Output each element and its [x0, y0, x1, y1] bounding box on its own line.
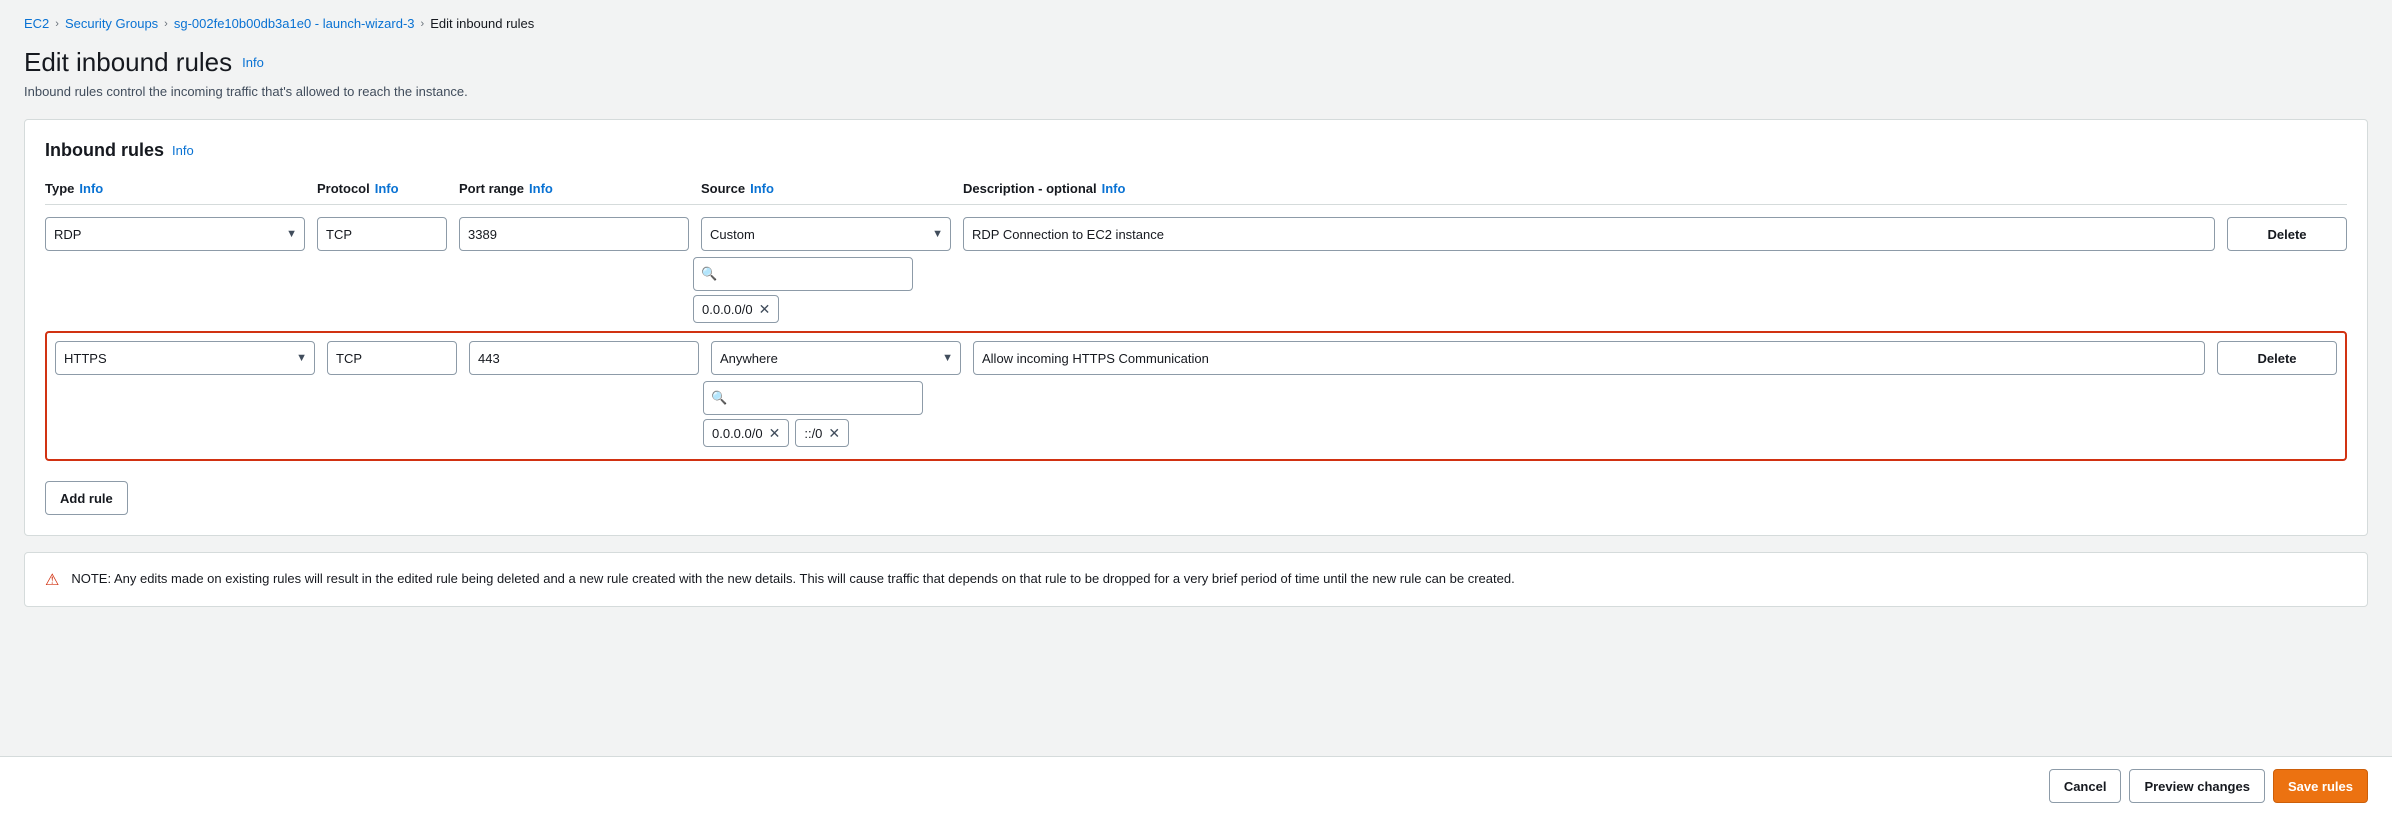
breadcrumb-current: Edit inbound rules: [430, 16, 534, 31]
note-box: ⚠ NOTE: Any edits made on existing rules…: [24, 552, 2368, 607]
breadcrumb-ec2[interactable]: EC2: [24, 16, 49, 31]
breadcrumb-sep-3: ›: [421, 18, 425, 30]
page-subtitle: Inbound rules control the incoming traff…: [24, 84, 2368, 99]
rule1-protocol-input: [317, 217, 447, 251]
rule1-source-search[interactable]: [693, 257, 913, 291]
rule2-protocol-input: [327, 341, 457, 375]
rule2-port-input: [469, 341, 699, 375]
card-title: Inbound rules: [45, 140, 164, 161]
rule1-source-tags: 🔍: [45, 257, 2347, 291]
rule-row-2-main: RDP HTTPS HTTP SSH All TCP Custom TCP ▼ …: [55, 341, 2337, 375]
port-info-link[interactable]: Info: [529, 181, 553, 196]
rule1-type-wrapper: RDP HTTPS HTTP SSH All TCP Custom TCP ▼: [45, 217, 305, 251]
page-title: Edit inbound rules: [24, 47, 232, 78]
rule2-description-input[interactable]: [973, 341, 2205, 375]
rule-row-2: RDP HTTPS HTTP SSH All TCP Custom TCP ▼ …: [45, 331, 2347, 461]
breadcrumb-sep-1: ›: [55, 18, 59, 30]
rule-row-1: RDP HTTPS HTTP SSH All TCP Custom TCP ▼ …: [45, 217, 2347, 323]
preview-changes-button[interactable]: Preview changes: [2129, 769, 2265, 803]
rule2-tags-row: 0.0.0.0/0 ✕ ::/0 ✕: [55, 419, 2337, 447]
description-info-link[interactable]: Info: [1102, 181, 1126, 196]
rule2-tag-ipv4-remove[interactable]: ✕: [769, 426, 781, 440]
col-header-protocol: Protocol Info: [317, 181, 447, 196]
rule2-delete-button[interactable]: Delete: [2217, 341, 2337, 375]
warning-icon: ⚠: [45, 570, 59, 590]
rule1-tag-cidr: 0.0.0.0/0 ✕: [693, 295, 779, 323]
col-header-description: Description - optional Info: [963, 181, 2215, 196]
rule2-source-wrapper: Custom Anywhere My IP Anywhere-IPv6 ▼: [711, 341, 961, 375]
cancel-button[interactable]: Cancel: [2049, 769, 2122, 803]
rule1-source-select[interactable]: Custom Anywhere My IP Anywhere-IPv6: [701, 217, 951, 251]
page-info-link[interactable]: Info: [242, 55, 264, 70]
rule2-type-wrapper: RDP HTTPS HTTP SSH All TCP Custom TCP ▼: [55, 341, 315, 375]
rule1-type-select[interactable]: RDP HTTPS HTTP SSH All TCP Custom TCP: [45, 217, 305, 251]
save-rules-button[interactable]: Save rules: [2273, 769, 2368, 803]
rule2-tag-ipv4: 0.0.0.0/0 ✕: [703, 419, 789, 447]
breadcrumb-sg-id[interactable]: sg-002fe10b00db3a1e0 - launch-wizard-3: [174, 16, 415, 31]
rule2-type-select[interactable]: RDP HTTPS HTTP SSH All TCP Custom TCP: [55, 341, 315, 375]
table-header: Type Info Protocol Info Port range Info …: [45, 181, 2347, 205]
type-info-link[interactable]: Info: [79, 181, 103, 196]
add-rule-button[interactable]: Add rule: [45, 481, 128, 515]
rule1-tags-row: 0.0.0.0/0 ✕: [45, 295, 2347, 323]
rule2-source-search-row: 🔍: [55, 381, 2337, 415]
rule1-description-input[interactable]: [963, 217, 2215, 251]
breadcrumb-security-groups[interactable]: Security Groups: [65, 16, 158, 31]
col-header-source: Source Info: [701, 181, 951, 196]
rule2-source-select[interactable]: Custom Anywhere My IP Anywhere-IPv6: [711, 341, 961, 375]
note-text: NOTE: Any edits made on existing rules w…: [71, 569, 1514, 589]
rule-row-1-main: RDP HTTPS HTTP SSH All TCP Custom TCP ▼ …: [45, 217, 2347, 251]
card-info-link[interactable]: Info: [172, 143, 194, 158]
rule2-tag-ipv6: ::/0 ✕: [795, 419, 849, 447]
rule2-tag-ipv6-remove[interactable]: ✕: [828, 426, 840, 440]
col-header-type: Type Info: [45, 181, 305, 196]
footer-actions: Cancel Preview changes Save rules: [0, 756, 2392, 815]
protocol-info-link[interactable]: Info: [375, 181, 399, 196]
rule1-tag-cidr-remove[interactable]: ✕: [759, 302, 771, 316]
rule1-port-input: [459, 217, 689, 251]
source-info-link[interactable]: Info: [750, 181, 774, 196]
breadcrumb-sep-2: ›: [164, 18, 168, 30]
inbound-rules-card: Inbound rules Info Type Info Protocol In…: [24, 119, 2368, 536]
breadcrumb: EC2 › Security Groups › sg-002fe10b00db3…: [24, 16, 2368, 31]
rule1-source-wrapper: Custom Anywhere My IP Anywhere-IPv6 ▼: [701, 217, 951, 251]
rule1-delete-button[interactable]: Delete: [2227, 217, 2347, 251]
rule2-source-search[interactable]: [703, 381, 923, 415]
col-header-port-range: Port range Info: [459, 181, 689, 196]
